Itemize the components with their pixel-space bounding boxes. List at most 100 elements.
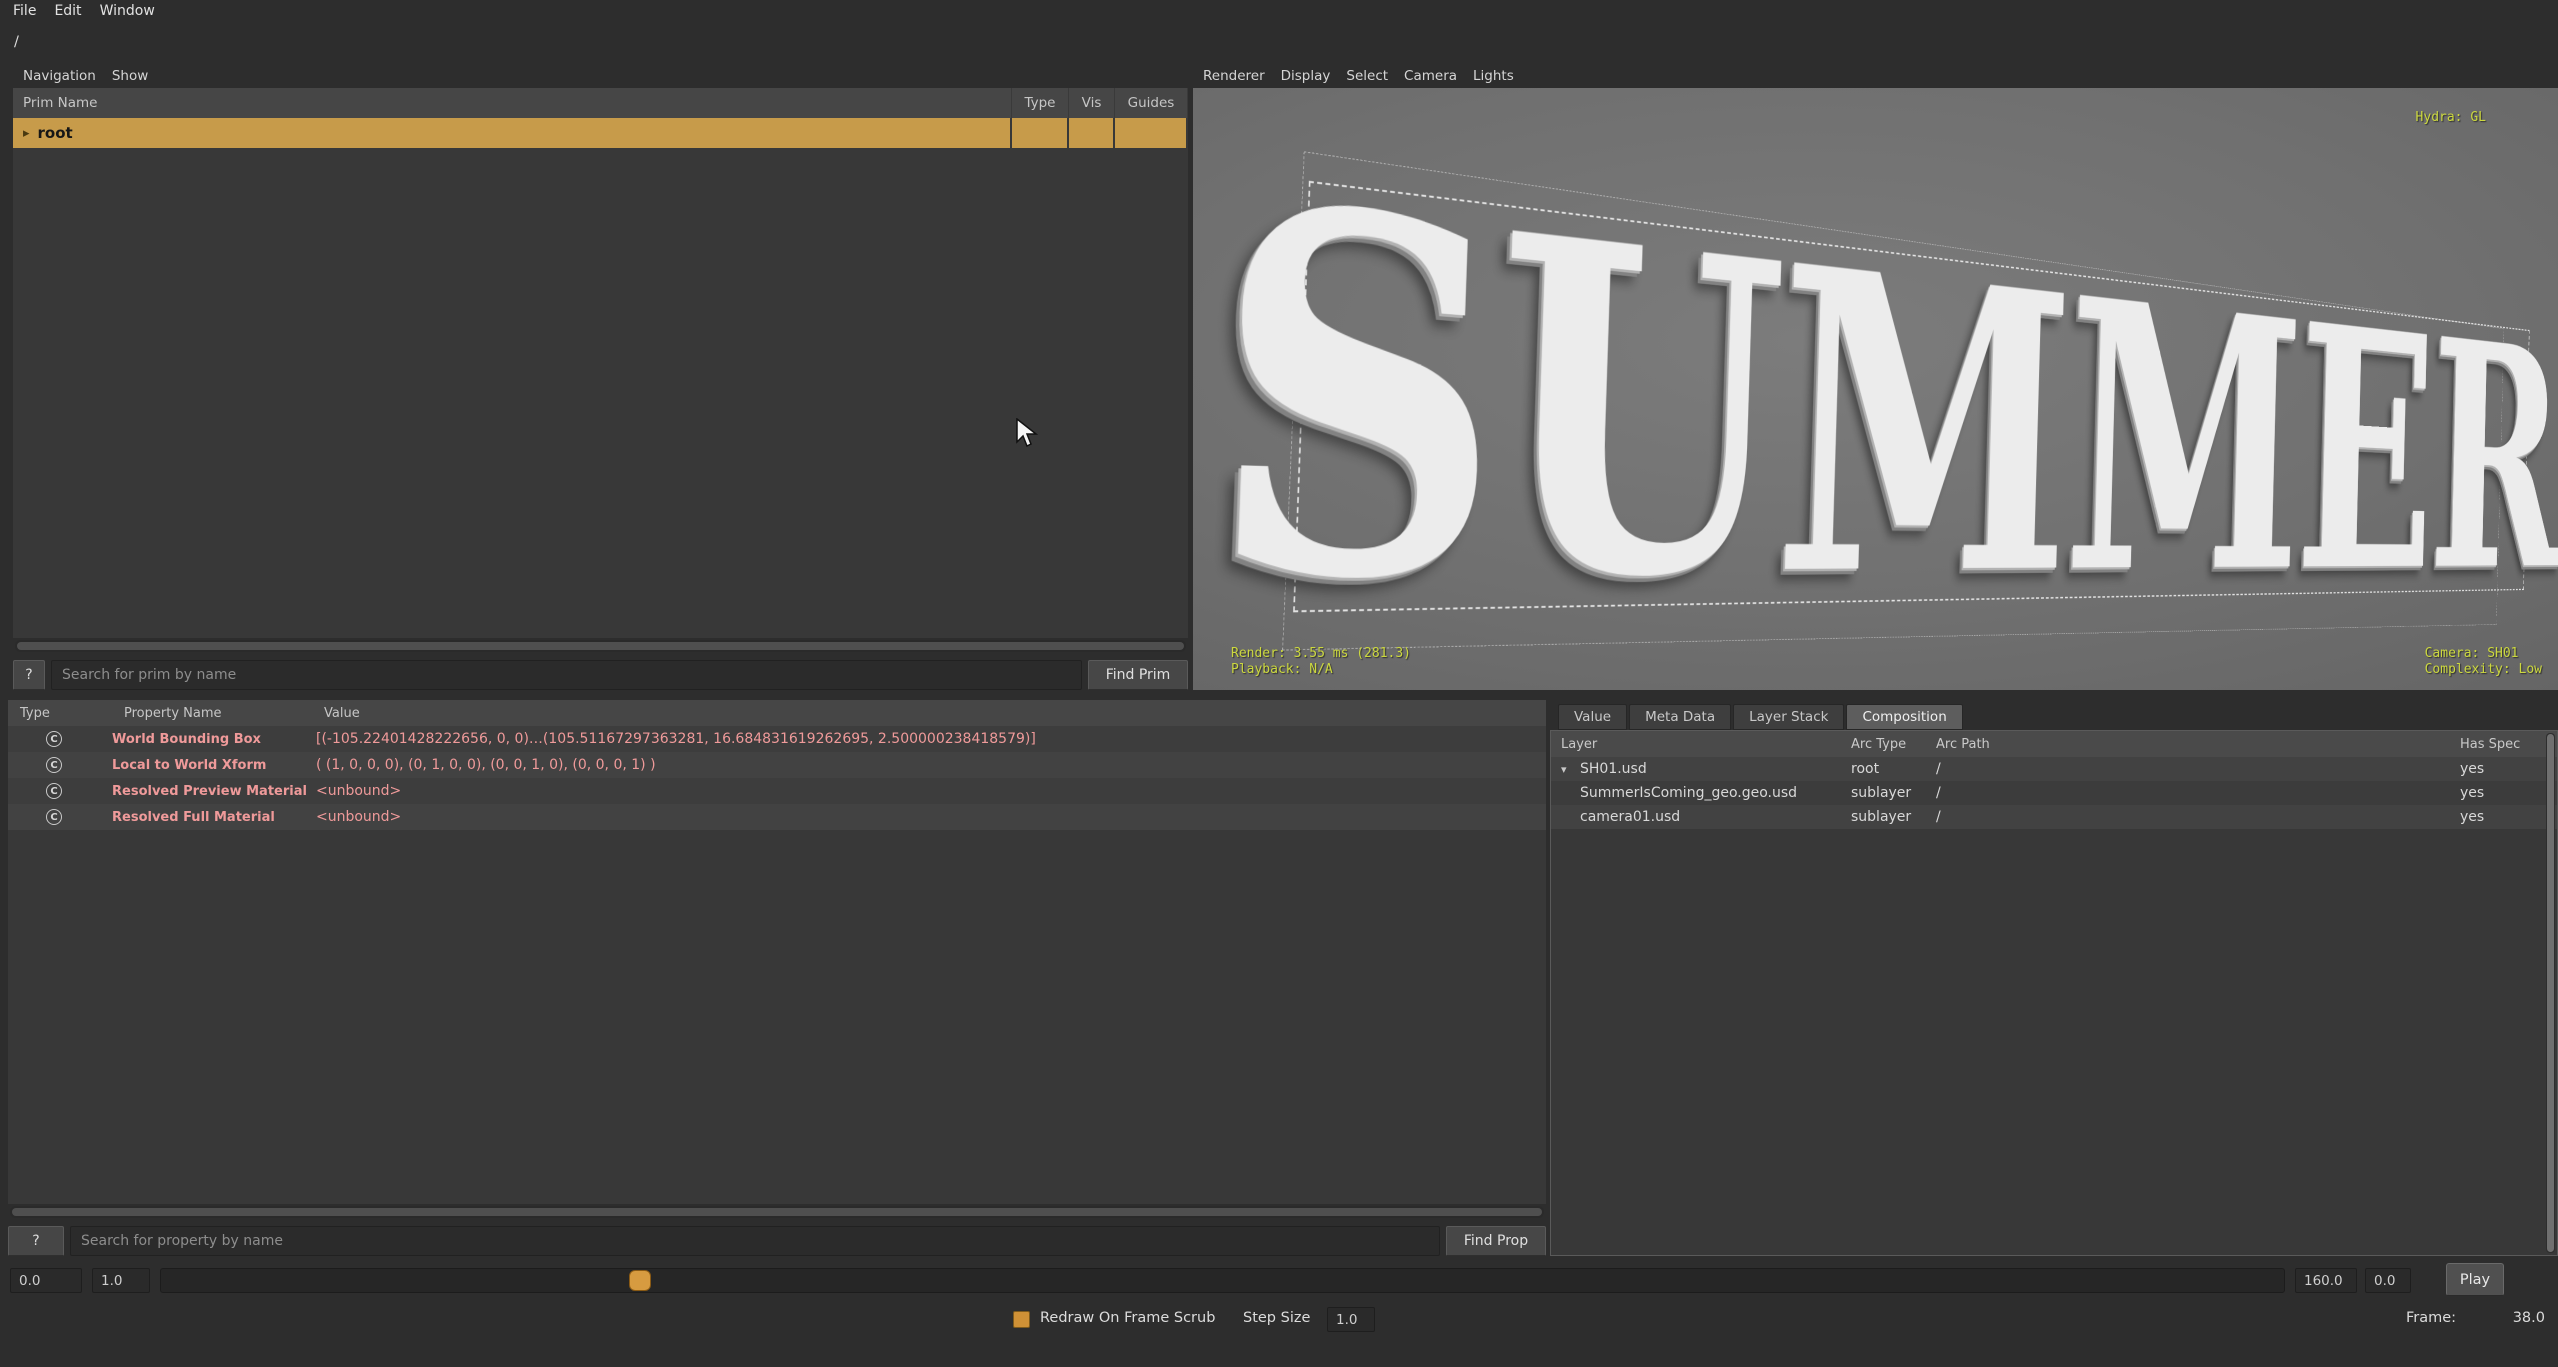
hud-camera-info: Camera: SH01 Complexity: Low	[2425, 646, 2542, 678]
column-prop-type[interactable]: Type	[8, 706, 112, 721]
column-type[interactable]: Type	[1012, 88, 1069, 118]
menu-window[interactable]: Window	[91, 3, 164, 19]
property-search-row: ? Find Prop	[8, 1226, 1546, 1256]
tree-row-root[interactable]: ▸ root	[13, 118, 1188, 148]
property-panel: Type Property Name Value C World Boundin…	[8, 700, 1546, 1256]
menu-edit[interactable]: Edit	[45, 3, 90, 19]
menu-display[interactable]: Display	[1273, 68, 1339, 84]
prim-search-row: ? Find Prim	[13, 660, 1188, 690]
range-step-field[interactable]: 1.0	[92, 1268, 150, 1293]
column-arc-path[interactable]: Arc Path	[1926, 737, 2450, 752]
prim-name-label: root	[37, 124, 73, 142]
property-row[interactable]: C Resolved Preview Material <unbound>	[8, 778, 1546, 804]
frame-slider-handle[interactable]	[629, 1270, 651, 1291]
prim-help-button[interactable]: ?	[13, 660, 45, 690]
tree-row-root-name[interactable]: ▸ root	[13, 118, 1012, 148]
arc-path-cell: /	[1936, 785, 1941, 801]
tree-root-guides-cell[interactable]	[1115, 118, 1188, 148]
find-prop-button[interactable]: Find Prop	[1446, 1226, 1546, 1256]
range-start-field[interactable]: 0.0	[10, 1268, 82, 1293]
layer-row[interactable]: camera01.usd sublayer / yes	[1551, 805, 2557, 829]
column-has-spec[interactable]: Has Spec	[2450, 737, 2557, 752]
prim-horizontal-scrollbar[interactable]	[15, 640, 1186, 652]
layer-row[interactable]: ▾ SH01.usd root / yes	[1551, 757, 2557, 781]
menu-renderer[interactable]: Renderer	[1195, 68, 1273, 84]
property-search-input[interactable]	[70, 1226, 1440, 1256]
attribute-type-icon: C	[46, 783, 62, 799]
property-value: <unbound>	[316, 809, 402, 825]
redraw-label: Redraw On Frame Scrub	[1040, 1310, 1216, 1326]
hud-stats: Render: 3.55 ms (281.3) Playback: N/A	[1231, 646, 1411, 678]
column-prop-name[interactable]: Property Name	[112, 706, 312, 721]
frame-label: Frame:	[2406, 1310, 2457, 1326]
usdview-window: File Edit Window / Navigation Show Prim …	[0, 0, 2558, 1367]
redraw-checkbox[interactable]	[1013, 1311, 1030, 1328]
timeline: 0.0 1.0 160.0 0.0 Play	[0, 1263, 2558, 1296]
property-row[interactable]: C Resolved Full Material <unbound>	[8, 804, 1546, 830]
column-guides[interactable]: Guides	[1115, 88, 1188, 118]
tree-root-vis-cell[interactable]	[1069, 118, 1115, 148]
attribute-type-icon: C	[46, 731, 62, 747]
composition-view: Layer Arc Type Arc Path Has Spec ▾ SH01.u…	[1550, 730, 2558, 1256]
menu-lights[interactable]: Lights	[1465, 68, 1522, 84]
frame-value-field[interactable]: 38.0	[2470, 1310, 2545, 1326]
tree-root-type-cell[interactable]	[1012, 118, 1069, 148]
menu-navigation[interactable]: Navigation	[15, 68, 104, 84]
menu-show[interactable]: Show	[104, 68, 156, 84]
property-value: [(-105.22401428222656, 0, 0)…(105.511672…	[316, 731, 1036, 747]
property-name: Local to World Xform	[112, 757, 267, 773]
find-prim-button[interactable]: Find Prim	[1088, 660, 1188, 690]
property-row[interactable]: C Local to World Xform ( (1, 0, 0, 0), (…	[8, 752, 1546, 778]
layer-name: SummerIsComing_geo.geo.usd	[1580, 785, 1798, 801]
column-vis[interactable]: Vis	[1069, 88, 1115, 118]
column-prim-name[interactable]: Prim Name	[13, 88, 1012, 118]
range-end-field[interactable]: 160.0	[2295, 1268, 2357, 1293]
property-horizontal-scrollbar[interactable]	[10, 1206, 1544, 1218]
prim-search-input[interactable]	[51, 660, 1082, 690]
menu-file[interactable]: File	[4, 3, 45, 19]
step-size-field[interactable]: 1.0	[1327, 1307, 1375, 1332]
tab-composition[interactable]: Composition	[1846, 704, 1963, 730]
has-spec-cell: yes	[2460, 785, 2485, 801]
step-size-label: Step Size	[1243, 1310, 1311, 1326]
property-help-button[interactable]: ?	[8, 1226, 64, 1256]
tab-meta-data[interactable]: Meta Data	[1629, 704, 1732, 730]
prim-scrollbar-thumb[interactable]	[17, 642, 1184, 650]
arc-type-cell: root	[1851, 761, 1880, 777]
inspector-panel: Value Meta Data Layer Stack Composition …	[1550, 700, 2558, 1256]
frame-slider[interactable]	[160, 1268, 2285, 1293]
tab-value[interactable]: Value	[1558, 704, 1628, 730]
viewport-canvas[interactable]: SUMMER Hydra: GL Render: 3.55 ms (281.3)…	[1193, 88, 2558, 690]
hud-complexity: Complexity: Low	[2424, 662, 2542, 677]
property-name: Resolved Preview Material	[112, 783, 307, 799]
property-value: ( (1, 0, 0, 0), (0, 1, 0, 0), (0, 0, 1, …	[316, 757, 656, 773]
property-table: C World Bounding Box [(-105.224014282226…	[8, 726, 1546, 1204]
prim-path-bar[interactable]: /	[8, 30, 2550, 54]
menu-select[interactable]: Select	[1338, 68, 1396, 84]
has-spec-cell: yes	[2460, 809, 2485, 825]
expand-arrow-icon[interactable]: ▸	[23, 126, 30, 141]
column-layer[interactable]: Layer	[1551, 737, 1841, 752]
hud-render-time: Render: 3.55 ms (281.3)	[1231, 646, 1412, 661]
hud-renderer: Hydra: GL	[2415, 110, 2486, 125]
selection-bounding-box: SUMMER	[1199, 90, 2558, 690]
property-table-header: Type Property Name Value	[8, 700, 1546, 726]
column-arc-type[interactable]: Arc Type	[1841, 737, 1926, 752]
collapse-arrow-icon[interactable]: ▾	[1561, 763, 1575, 776]
layer-table-header: Layer Arc Type Arc Path Has Spec	[1551, 731, 2557, 757]
property-scrollbar-thumb[interactable]	[12, 1208, 1542, 1216]
prim-tree-header: Prim Name Type Vis Guides	[13, 88, 1188, 118]
property-row[interactable]: C World Bounding Box [(-105.224014282226…	[8, 726, 1546, 752]
viewport-menu-row: Renderer Display Select Camera Lights	[1193, 64, 2558, 88]
inspector-vertical-scrollbar[interactable]	[2546, 733, 2555, 1253]
play-button[interactable]: Play	[2446, 1263, 2504, 1296]
menu-camera[interactable]: Camera	[1396, 68, 1465, 84]
column-prop-value[interactable]: Value	[312, 706, 1546, 721]
scene-geometry-text[interactable]: SUMMER	[1199, 90, 2558, 690]
layer-name: SH01.usd	[1580, 761, 1647, 777]
attribute-type-icon: C	[46, 809, 62, 825]
inspector-scrollbar-thumb[interactable]	[2547, 734, 2554, 1252]
layer-row[interactable]: SummerIsComing_geo.geo.usd sublayer / ye…	[1551, 781, 2557, 805]
range-end2-field[interactable]: 0.0	[2365, 1268, 2411, 1293]
tab-layer-stack[interactable]: Layer Stack	[1733, 704, 1845, 730]
